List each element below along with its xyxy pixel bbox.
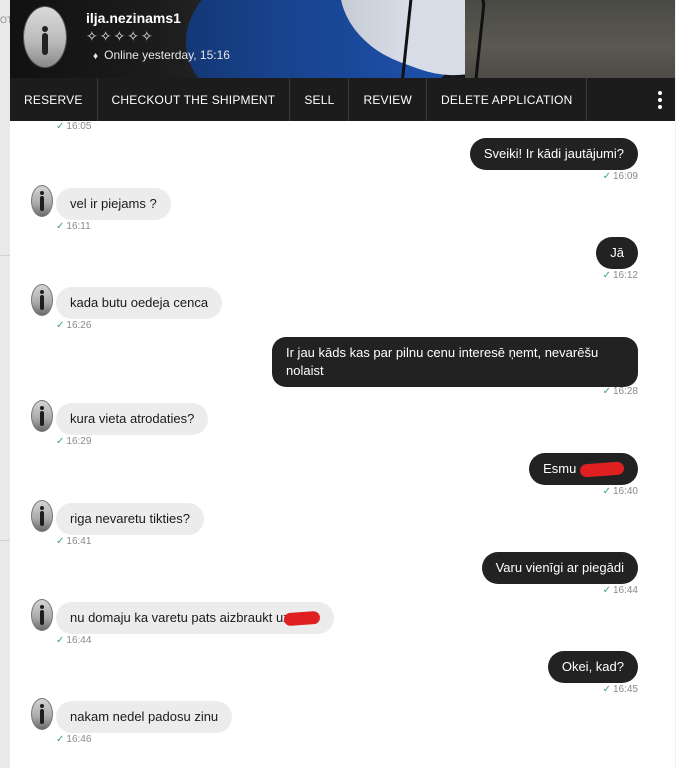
read-check-icon: ✓ [602,486,611,497]
message-outgoing: Okei, kad? [547,651,638,683]
sell-button[interactable]: SELL [290,78,350,121]
message-bubble: nakam nedel padosu zinu [56,701,233,733]
read-check-icon: ✓ [56,536,65,547]
online-status: ♦ Online yesterday, 15:16 [93,48,230,62]
delete-application-button[interactable]: DELETE APPLICATION [427,78,588,121]
read-check-icon: ✓ [56,320,65,331]
redaction-mark [283,610,321,627]
reserve-button[interactable]: RESERVE [10,78,98,121]
message-incoming: nakam nedel padosu zinu [56,701,233,733]
message-incoming: kura vieta atrodaties? [56,403,209,435]
message-bubble: riga nevaretu tikties? [56,503,204,535]
message-time: ✓ 16:28 [602,386,638,397]
message-time: ✓ 16:44 [56,635,92,646]
message-time: ✓ 16:05 [56,121,92,132]
message-outgoing: Ir jau kāds kas par pilnu cenu interesē … [272,337,638,387]
message-time: ✓ 16:12 [602,270,638,281]
message-bubble: Jā [596,237,638,269]
status-text: Online yesterday, 15:16 [104,48,230,62]
message-bubble: Varu vienīgi ar piegādi [481,552,638,584]
message-bubble: kada butu oedeja cenca [56,287,223,319]
message-time: ✓ 16:45 [602,684,638,695]
message-outgoing: Esmu [529,453,638,485]
message-time: ✓ 16:41 [56,536,92,547]
user-avatar[interactable] [23,6,67,68]
message-text: nu domaju ka varetu pats aizbraukt uz [70,610,290,625]
username[interactable]: ilja.nezinams1 [86,10,181,26]
message-bubble: vel ir piejams ? [56,188,171,220]
message-list[interactable]: ✓ 16:05 Sveiki! Ir kādi jautājumi? ✓ 16:09… [10,121,675,768]
chat-header: ilja.nezinams1 ✧✧✧✧✧ ♦ Online yesterday, … [10,0,675,78]
read-check-icon: ✓ [56,635,65,646]
message-time: ✓ 16:11 [56,221,91,232]
sender-avatar [31,500,53,532]
read-check-icon: ✓ [56,221,65,232]
read-check-icon: ✓ [602,386,611,397]
message-time: ✓ 16:40 [602,486,638,497]
background-divider [0,540,10,541]
checkout-shipment-button[interactable]: CHECKOUT THE SHIPMENT [98,78,291,121]
message-bubble: Sveiki! Ir kādi jautājumi? [469,138,638,170]
read-check-icon: ✓ [56,734,65,745]
redaction-mark [579,461,625,478]
read-check-icon: ✓ [602,585,611,596]
sender-avatar [31,185,53,217]
message-bubble: Okei, kad? [547,651,638,683]
message-incoming: vel ir piejams ? [56,188,171,220]
message-outgoing: Jā [596,237,638,269]
message-text: Esmu [543,461,577,476]
message-time: ✓ 16:44 [602,585,638,596]
rating-stars: ✧✧✧✧✧ [86,28,155,44]
message-time: ✓ 16:29 [56,436,92,447]
message-incoming: riga nevaretu tikties? [56,503,204,535]
message-outgoing: Varu vienīgi ar piegādi [481,552,638,584]
sender-avatar [31,284,53,316]
read-check-icon: ✓ [56,436,65,447]
message-incoming: kada butu oedeja cenca [56,287,223,319]
review-button[interactable]: REVIEW [349,78,428,121]
message-bubble: Esmu [529,453,638,485]
sender-avatar [31,698,53,730]
more-options-icon[interactable] [645,78,675,121]
read-check-icon: ✓ [56,121,65,132]
message-bubble: Ir jau kāds kas par pilnu cenu interesē … [272,337,638,387]
avatar-figure [42,26,48,55]
message-outgoing: Sveiki! Ir kādi jautājumi? [469,138,638,170]
background-divider [0,255,10,256]
message-bubble: nu domaju ka varetu pats aizbraukt uz [56,602,334,634]
message-time: ✓ 16:26 [56,320,92,331]
chat-dialog: ilja.nezinams1 ✧✧✧✧✧ ♦ Online yesterday, … [10,0,675,768]
read-check-icon: ✓ [602,684,611,695]
sender-avatar [31,400,53,432]
read-check-icon: ✓ [602,171,611,182]
action-toolbar: RESERVE CHECKOUT THE SHIPMENT SELL REVIE… [10,78,675,121]
message-time: ✓ 16:46 [56,734,92,745]
message-time: ✓ 16:09 [602,171,638,182]
message-incoming: nu domaju ka varetu pats aizbraukt uz [56,602,334,634]
message-bubble: kura vieta atrodaties? [56,403,209,435]
status-dot-icon: ♦ [93,51,99,62]
read-check-icon: ✓ [602,270,611,281]
sender-avatar [31,599,53,631]
